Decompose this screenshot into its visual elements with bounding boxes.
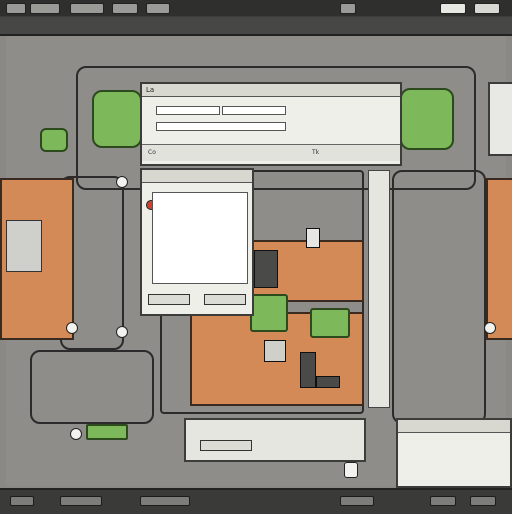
menu-bar bbox=[0, 0, 512, 16]
pad-icon[interactable] bbox=[344, 462, 358, 478]
menu-item[interactable] bbox=[70, 3, 104, 14]
tool-row bbox=[0, 17, 512, 48]
pad-icon[interactable] bbox=[70, 428, 82, 440]
board-left[interactable] bbox=[0, 178, 74, 340]
property-field[interactable] bbox=[156, 106, 220, 115]
chip-icon[interactable] bbox=[300, 352, 316, 388]
scroll-icon[interactable] bbox=[368, 170, 390, 408]
pad-icon[interactable] bbox=[484, 322, 496, 334]
menu-item[interactable] bbox=[146, 3, 170, 14]
info-dialog bbox=[396, 418, 512, 488]
status-button[interactable] bbox=[60, 496, 102, 506]
status-button[interactable] bbox=[430, 496, 456, 506]
cancel-button[interactable] bbox=[204, 294, 246, 305]
chip-icon[interactable] bbox=[316, 376, 340, 388]
chip-icon[interactable] bbox=[306, 228, 320, 248]
board-green-center[interactable] bbox=[310, 308, 350, 338]
dialog-title bbox=[142, 170, 252, 183]
list-dialog bbox=[140, 168, 254, 316]
pad-icon[interactable] bbox=[66, 322, 78, 334]
trace-outline bbox=[392, 170, 486, 424]
tab-label[interactable]: Co bbox=[148, 149, 156, 156]
status-button[interactable] bbox=[340, 496, 374, 506]
menu-item[interactable] bbox=[340, 3, 356, 14]
pad-icon[interactable] bbox=[116, 176, 128, 188]
dialog-title bbox=[398, 420, 510, 433]
status-button[interactable] bbox=[470, 496, 496, 506]
window-control-button[interactable] bbox=[474, 3, 500, 14]
status-button[interactable] bbox=[140, 496, 190, 506]
menu-item[interactable] bbox=[112, 3, 138, 14]
dialog-tabbar: Co Tk bbox=[142, 144, 400, 161]
board-green-right[interactable] bbox=[400, 88, 454, 150]
board-green-center[interactable] bbox=[250, 294, 288, 332]
chip-icon[interactable] bbox=[264, 340, 286, 362]
chip-icon[interactable] bbox=[254, 250, 278, 288]
top-toolbar bbox=[0, 0, 512, 48]
property-field[interactable] bbox=[156, 122, 286, 131]
bottom-button[interactable] bbox=[200, 440, 252, 451]
bottom-panel bbox=[184, 418, 366, 462]
board-green-left[interactable] bbox=[92, 90, 142, 148]
menu-item[interactable] bbox=[6, 3, 26, 14]
dialog-title: La bbox=[142, 84, 400, 97]
properties-dialog: La Co Tk bbox=[140, 82, 402, 166]
property-field[interactable] bbox=[222, 106, 286, 115]
side-panel bbox=[488, 82, 512, 156]
window-control-button[interactable] bbox=[440, 3, 466, 14]
status-button[interactable] bbox=[10, 496, 34, 506]
menu-item[interactable] bbox=[30, 3, 60, 14]
value-label: Tk bbox=[312, 149, 320, 156]
board-right[interactable] bbox=[486, 178, 512, 340]
pad-icon[interactable] bbox=[116, 326, 128, 338]
board-label-plate bbox=[6, 220, 42, 272]
ok-button[interactable] bbox=[148, 294, 190, 305]
connector-strip[interactable] bbox=[86, 424, 128, 440]
layer-list[interactable] bbox=[152, 192, 248, 284]
trace-outline bbox=[30, 350, 154, 424]
component-green[interactable] bbox=[40, 128, 68, 152]
